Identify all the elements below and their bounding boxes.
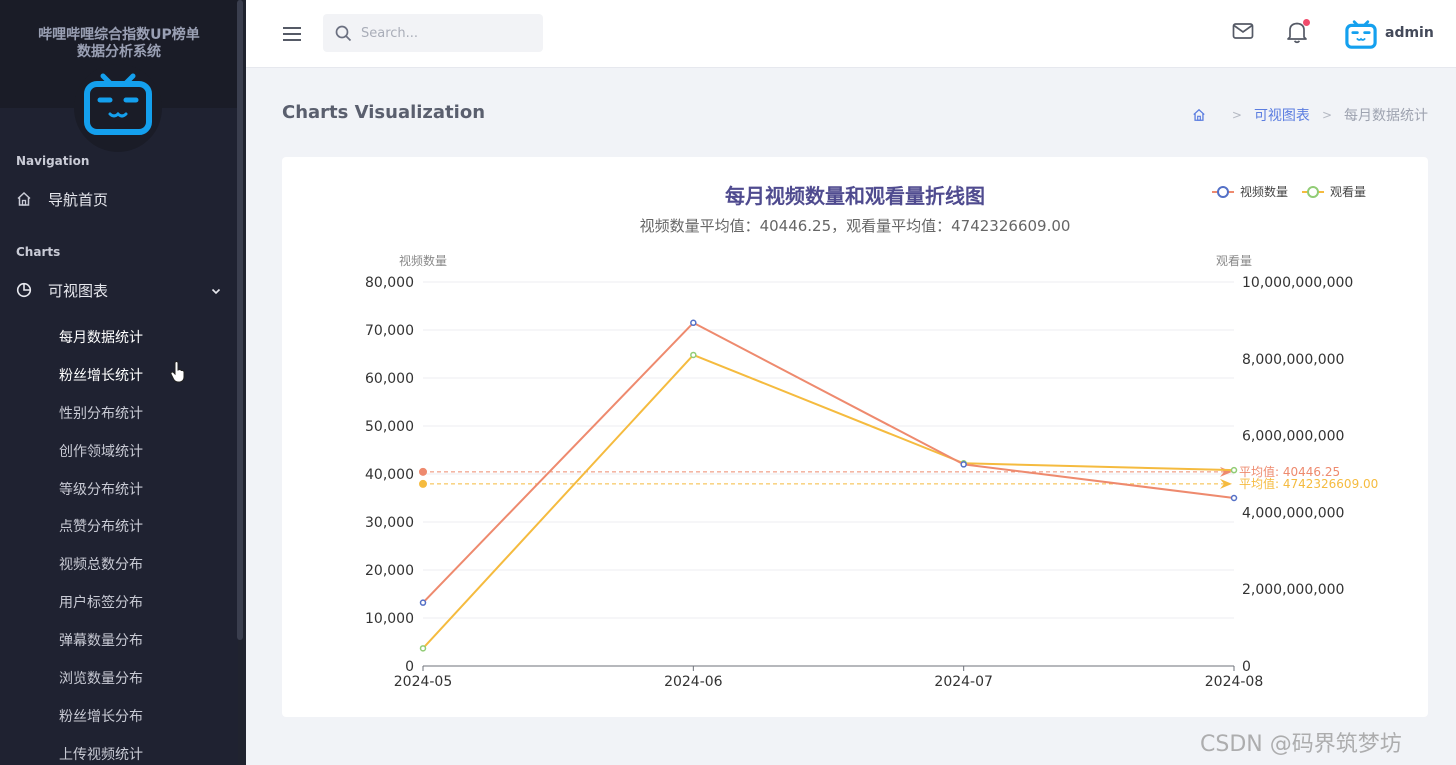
y-right-tick-label: 6,000,000,000 (1242, 429, 1344, 445)
sidebar: 哔哩哔哩综合指数UP榜单 数据分析系统 Navigation 导航首页 Char… (0, 0, 246, 765)
sidebar-subitem-level-stats[interactable]: 等级分布统计 (59, 479, 143, 499)
page-title: Charts Visualization (282, 102, 486, 123)
avg-line-views-start (419, 479, 427, 488)
hand-cursor-icon (170, 361, 185, 383)
y-left-tick-label: 10,000 (365, 611, 414, 627)
y-right-tick-label: 8,000,000,000 (1242, 352, 1344, 368)
sidebar-subitem-danmaku[interactable]: 弹幕数量分布 (59, 630, 143, 650)
series-views-line (422, 353, 1235, 650)
sidebar-item-charts-label: 可视图表 (48, 281, 109, 300)
breadcrumb-link-charts[interactable]: 可视图表 (1254, 105, 1310, 125)
series-views-point (1230, 466, 1238, 474)
sidebar-item-charts[interactable]: 可视图表 (16, 275, 226, 305)
mail-icon[interactable] (1232, 22, 1254, 40)
y-right-tick-label: 0 (1242, 659, 1251, 675)
y-left-axis-name: 视频数量 (399, 253, 447, 268)
sidebar-subitem-views[interactable]: 浏览数量分布 (59, 668, 143, 688)
legend-label: 视频数量 (1240, 184, 1288, 199)
x-tick-label: 2024-08 (1205, 674, 1264, 690)
y-right-tick-label: 10,000,000,000 (1242, 275, 1353, 291)
y-left-tick-label: 70,000 (365, 323, 414, 339)
brand-title-line1: 哔哩哔哩综合指数UP榜单 (38, 27, 200, 43)
breadcrumb-separator: > (1321, 108, 1332, 122)
chart-subtitle: 视频数量平均值：40446.25，观看量平均值：4742326609.00 (640, 217, 1071, 235)
sidebar-subitem-domain-stats[interactable]: 创作领域统计 (59, 441, 143, 461)
y-left-tick-label: 60,000 (365, 371, 414, 387)
sidebar-subitem-fan-growth-dist[interactable]: 粉丝增长分布 (59, 706, 143, 726)
sidebar-subitem-user-tags[interactable]: 用户标签分布 (59, 592, 143, 612)
nav-section-charts: Charts (16, 245, 61, 259)
notification-badge (1303, 19, 1310, 26)
sidebar-item-home-label: 导航首页 (48, 190, 109, 209)
brand-title-line2: 数据分析系统 (77, 44, 161, 60)
line-chart: 每月视频数量和观看量折线图视频数量平均值：40446.25，观看量平均值：474… (365, 184, 1378, 690)
legend-marker (1217, 186, 1229, 198)
breadcrumb-home-icon[interactable] (1192, 108, 1206, 122)
y-left-tick-label: 80,000 (365, 275, 414, 291)
y-left-tick-label: 0 (405, 659, 414, 675)
avatar[interactable] (1345, 19, 1377, 49)
legend-label: 观看量 (1330, 185, 1366, 199)
chart-title: 每月视频数量和观看量折线图 (725, 184, 985, 208)
sidebar-subitem-monthly-stats[interactable]: 每月数据统计 (59, 327, 143, 347)
breadcrumb: > 可视图表 > 每月数据统计 (1192, 105, 1428, 125)
sidebar-item-home[interactable]: 导航首页 (16, 184, 226, 214)
series-video-point (960, 461, 967, 468)
sidebar-subitem-upload-stats[interactable]: 上传视频统计 (59, 744, 143, 764)
series-video-point (419, 599, 427, 606)
username[interactable]: admin (1385, 25, 1434, 41)
topbar: admin (246, 0, 1456, 68)
y-right-tick-label: 2,000,000,000 (1242, 582, 1344, 598)
series-video-line (422, 321, 1235, 604)
pie-chart-icon (16, 282, 48, 298)
sidebar-subitem-gender-stats[interactable]: 性别分布统计 (59, 403, 143, 423)
nav-section-navigation: Navigation (16, 154, 90, 168)
y-left-tick-label: 50,000 (365, 419, 414, 435)
sidebar-scrollbar-thumb[interactable] (237, 0, 243, 640)
y-left-tick-label: 30,000 (365, 515, 414, 531)
legend-marker (1307, 186, 1319, 198)
y-right-axis-name: 观看量 (1216, 254, 1252, 268)
series-video-point (690, 319, 697, 327)
chevron-down-icon (210, 283, 222, 301)
series-views-point (419, 645, 427, 652)
series-video-point (1230, 494, 1238, 502)
series-views-point (690, 351, 697, 359)
chart-card: 每月视频数量和观看量折线图视频数量平均值：40446.25，观看量平均值：474… (282, 157, 1428, 717)
x-tick-label: 2024-06 (664, 674, 723, 690)
y-right-tick-label: 4,000,000,000 (1242, 505, 1344, 521)
avg-line-video-start (419, 467, 427, 476)
search-icon (335, 25, 352, 42)
watermark: CSDN @码界筑梦坊 (1200, 732, 1402, 757)
y-left-tick-label: 20,000 (365, 563, 414, 579)
breadcrumb-separator: > (1231, 108, 1242, 122)
breadcrumb-current: 每月数据统计 (1344, 108, 1428, 124)
brand-title: 哔哩哔哩综合指数UP榜单 数据分析系统 (0, 27, 238, 61)
x-tick-label: 2024-05 (394, 674, 453, 690)
search-input[interactable] (361, 22, 531, 44)
y-left-tick-label: 40,000 (365, 467, 414, 483)
home-icon (16, 191, 48, 207)
menu-icon[interactable] (282, 26, 302, 42)
sidebar-subitem-video-total[interactable]: 视频总数分布 (59, 554, 143, 574)
avg-label-views: 平均值: 4742326609.00 (1239, 476, 1378, 491)
search-box (323, 14, 543, 52)
sidebar-subitem-fan-growth-stats[interactable]: 粉丝增长统计 (59, 365, 143, 385)
sidebar-subitem-like-stats[interactable]: 点赞分布统计 (59, 516, 143, 536)
bilibili-logo-icon (84, 73, 152, 135)
x-tick-label: 2024-07 (934, 674, 993, 690)
